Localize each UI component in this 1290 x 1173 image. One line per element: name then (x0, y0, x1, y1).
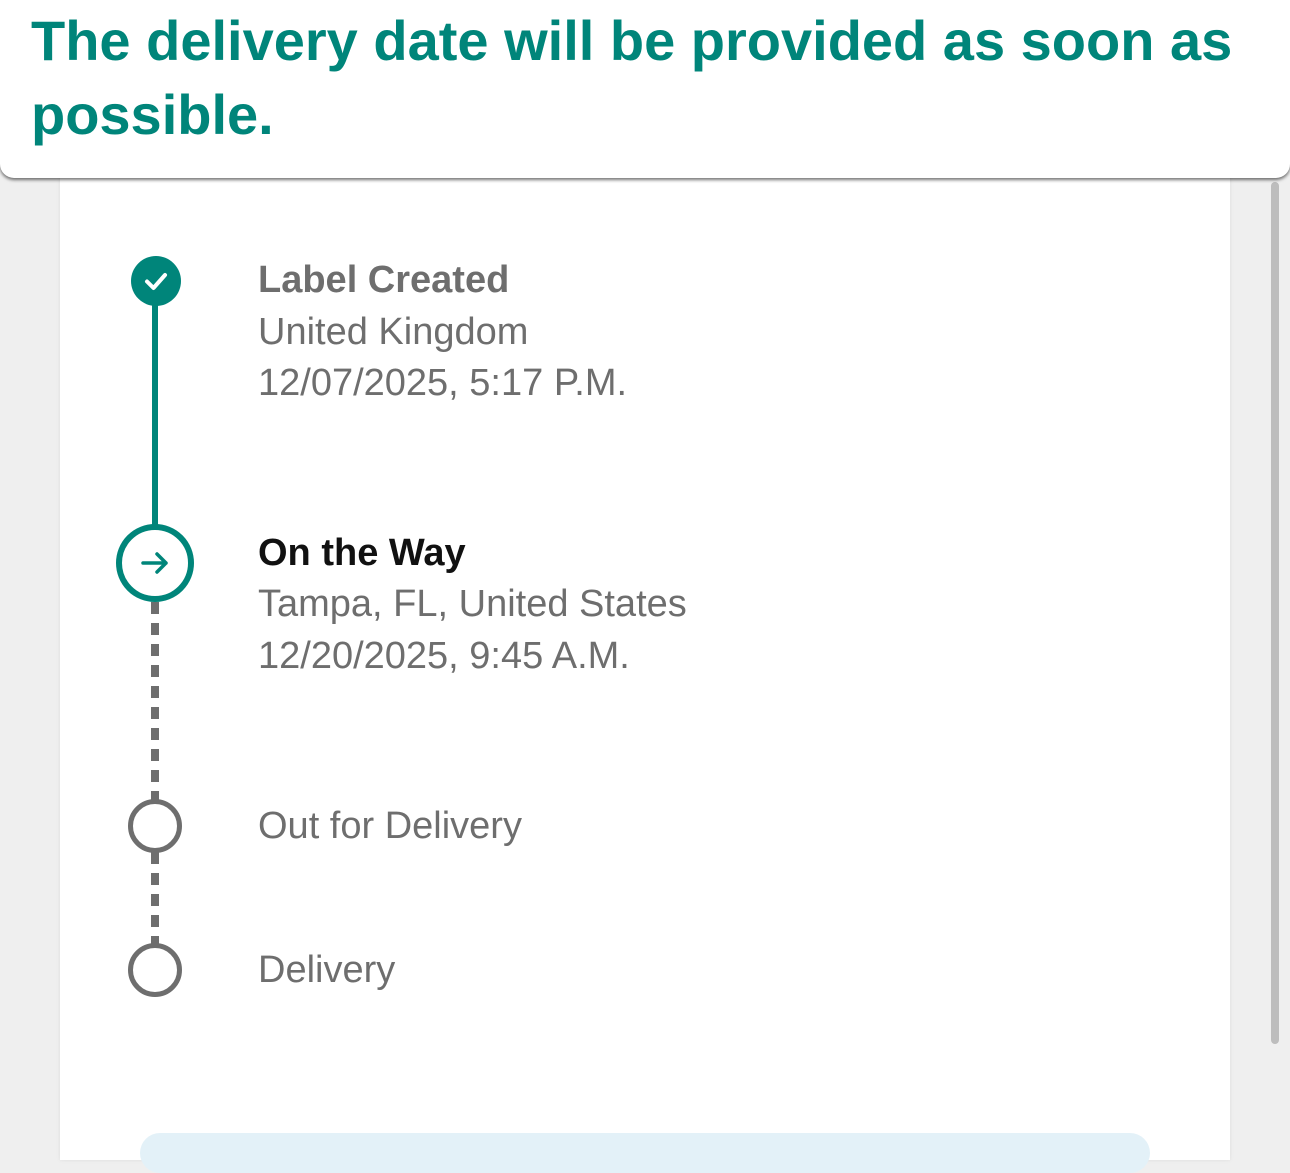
step-datetime: 12/07/2025, 5:17 P.M. (258, 362, 628, 404)
check-icon (145, 273, 167, 290)
step-current-marker (116, 524, 194, 602)
vertical-scrollbar[interactable] (1271, 182, 1279, 1044)
info-panel (140, 1133, 1150, 1173)
step-title: Out for Delivery (258, 805, 522, 847)
tracking-card (60, 160, 1230, 1160)
timeline-connector-completed (152, 290, 158, 526)
timeline-connector-pending (151, 602, 159, 800)
timeline-connector-pending (151, 852, 159, 944)
delivery-date-banner: The delivery date will be provided as so… (0, 0, 1290, 178)
step-location: Tampa, FL, United States (258, 583, 687, 625)
step-completed-marker (131, 256, 181, 306)
step-datetime: 12/20/2025, 9:45 A.M. (258, 635, 630, 677)
step-title: Delivery (258, 949, 396, 991)
arrow-right-icon (141, 552, 168, 574)
step-pending-marker (128, 799, 182, 853)
step-title: On the Way (258, 532, 466, 574)
delivery-date-message: The delivery date will be provided as so… (31, 9, 1233, 146)
step-location: United Kingdom (258, 311, 529, 353)
step-title: Label Created (258, 259, 510, 301)
step-pending-marker (128, 943, 182, 997)
